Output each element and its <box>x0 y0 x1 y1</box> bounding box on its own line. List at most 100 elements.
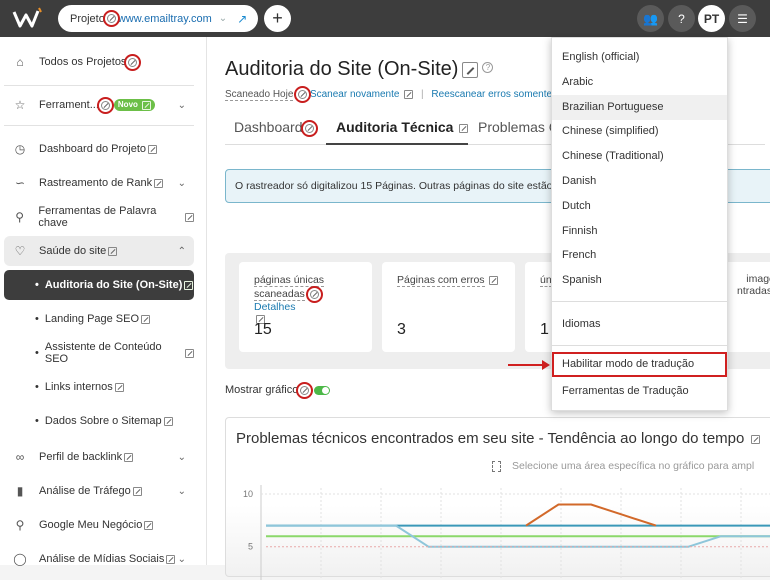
stat-label: páginas únicas <box>254 274 325 287</box>
language-option[interactable]: Chinese (Traditional) <box>552 144 727 169</box>
annotation-arrow <box>508 360 550 370</box>
bullet: • <box>35 415 39 427</box>
edit-icon[interactable] <box>750 434 760 444</box>
language-option[interactable]: Danish <box>552 169 727 194</box>
tab-technical-audit[interactable]: Auditoria Técnica <box>336 119 469 135</box>
star-icon: ☆ <box>14 98 26 112</box>
edit-icon[interactable] <box>300 119 318 137</box>
sidebar: ⌂ Todos os Projetos ☆ Ferrament... Novo … <box>0 37 207 566</box>
bullet: • <box>35 313 39 325</box>
sidebar-item-sitemap-data[interactable]: • Dados Sobre o Sitemap <box>4 406 194 436</box>
sidebar-item-traffic-analysis[interactable]: ▮ Análise de Tráfego ⌄ <box>4 476 194 506</box>
edit-icon[interactable] <box>144 520 154 530</box>
language-option[interactable]: Arabic <box>552 70 727 95</box>
languages-item[interactable]: Idiomas <box>552 312 727 337</box>
sidebar-item-backlink-profile[interactable]: ∞ Perfil de backlink ⌄ <box>4 442 194 472</box>
sidebar-item-site-health[interactable]: ♡ Saúde do site ⌃ <box>4 236 194 266</box>
chevron-down-icon[interactable]: ⌄ <box>178 486 186 497</box>
language-option[interactable]: Spanish <box>552 268 727 293</box>
sidebar-item-label: Auditoria do Site (On-Site) <box>44 279 183 291</box>
language-option[interactable]: English (official) <box>552 45 727 70</box>
language-option[interactable]: Chinese (simplified) <box>552 119 727 144</box>
tab-problems[interactable]: Problemas C <box>478 119 559 135</box>
sidebar-item-all-projects[interactable]: ⌂ Todos os Projetos <box>4 47 194 77</box>
bullet: • <box>35 381 39 393</box>
sidebar-item-google-business[interactable]: ⚲ Google Meu Negócio <box>4 510 194 540</box>
edit-icon[interactable] <box>124 53 142 71</box>
chevron-down-icon[interactable]: ⌄ <box>178 554 186 565</box>
edit-icon[interactable] <box>124 452 134 462</box>
edit-icon[interactable] <box>404 89 414 99</box>
edit-icon[interactable] <box>459 123 469 133</box>
edit-icon[interactable] <box>489 275 499 285</box>
edit-icon[interactable] <box>142 100 152 110</box>
language-button[interactable]: PT <box>698 5 725 32</box>
logo[interactable] <box>10 6 44 30</box>
selection-icon <box>492 460 501 472</box>
sidebar-item-internal-links[interactable]: • Links internos <box>4 372 194 402</box>
line-chart-icon: ∽ <box>14 176 26 190</box>
sidebar-item-project-dashboard[interactable]: ◷ Dashboard do Projeto <box>4 134 194 164</box>
tab-label: Dashboard <box>234 119 303 135</box>
edit-icon[interactable] <box>148 144 158 154</box>
edit-icon[interactable] <box>294 85 312 103</box>
chart-hint-text: Selecione uma área específica no gráfico… <box>512 460 755 472</box>
edit-icon[interactable] <box>462 61 479 78</box>
sidebar-item-rank-tracking[interactable]: ∽ Rastreamento de Rank ⌄ <box>4 168 194 198</box>
language-option[interactable]: Brazilian Portuguese <box>552 94 727 120</box>
chevron-down-icon[interactable]: ⌄ <box>219 13 227 24</box>
edit-icon[interactable] <box>154 178 164 188</box>
edit-icon[interactable] <box>141 314 151 324</box>
page-title: Auditoria do Site (On-Site)? <box>225 58 494 81</box>
chevron-up-icon[interactable]: ⌃ <box>178 246 186 257</box>
details-link[interactable]: Detalhes <box>254 301 295 313</box>
edit-icon[interactable] <box>96 96 114 114</box>
edit-icon[interactable] <box>163 416 173 426</box>
sidebar-item-social-media-analysis[interactable]: ◯ Análise de Mídias Sociais ⌄ <box>4 544 194 574</box>
edit-icon[interactable] <box>114 382 124 392</box>
chevron-down-icon[interactable]: ⌄ <box>178 452 186 463</box>
rescan-errors-link[interactable]: Reescanear erros somente <box>431 89 552 100</box>
chevron-down-icon[interactable]: ⌄ <box>178 178 186 189</box>
sidebar-item-site-audit[interactable]: • Auditoria do Site (On-Site) <box>4 270 194 300</box>
language-option[interactable]: Finnish <box>552 219 727 244</box>
tab-dashboard[interactable]: Dashboard <box>234 119 318 137</box>
rescan-link[interactable]: Scanear novamente <box>310 89 400 100</box>
edit-icon[interactable] <box>102 10 120 27</box>
users-icon[interactable]: 👥 <box>637 5 664 32</box>
sidebar-item-tools[interactable]: ☆ Ferrament... Novo ⌄ <box>4 90 194 120</box>
sidebar-item-label: Rastreamento de Rank <box>39 177 153 189</box>
show-chart-toggle[interactable] <box>314 385 331 395</box>
chevron-down-icon[interactable]: ⌄ <box>178 100 186 111</box>
enable-translation-mode[interactable]: Habilitar modo de tradução <box>552 352 727 377</box>
help-icon[interactable]: ? <box>482 62 494 73</box>
project-selector[interactable]: Projeto www.emailtray.com ⌄ ↗ <box>58 5 258 32</box>
menu-icon[interactable]: ☰ <box>729 5 756 32</box>
heart-icon: ♡ <box>14 244 26 258</box>
sidebar-item-keyword-tools[interactable]: ⚲ Ferramentas de Palavra chave <box>4 202 194 232</box>
language-option[interactable]: Dutch <box>552 194 727 219</box>
language-option[interactable]: French <box>552 243 727 268</box>
edit-icon[interactable] <box>185 212 194 222</box>
edit-icon[interactable] <box>166 554 176 564</box>
chat-bubble-icon: ◯ <box>13 552 27 566</box>
edit-icon[interactable] <box>296 381 314 399</box>
external-link-icon[interactable]: ↗ <box>237 12 247 26</box>
edit-icon[interactable] <box>132 486 142 496</box>
edit-icon[interactable] <box>185 348 194 358</box>
page-title-text: Auditoria do Site (On-Site) <box>225 58 459 80</box>
stat-value: 3 <box>397 321 406 338</box>
y-tick-label: 5 <box>248 542 253 552</box>
chart-title: Problemas técnicos encontrados em seu si… <box>236 430 760 447</box>
sidebar-item-seo-content-assistant[interactable]: • Assistente de Conteúdo SEO <box>4 338 194 368</box>
sidebar-item-label: Google Meu Negócio <box>39 519 143 531</box>
edit-icon[interactable] <box>108 246 118 256</box>
help-icon[interactable]: ? <box>668 5 695 32</box>
project-url[interactable]: www.emailtray.com <box>118 13 212 25</box>
add-project-button[interactable]: + <box>264 5 291 32</box>
translation-tools[interactable]: Ferramentas de Tradução <box>552 379 727 404</box>
trend-chart[interactable]: 10 5 <box>226 480 770 580</box>
sidebar-item-landing-page-seo[interactable]: • Landing Page SEO <box>4 304 194 334</box>
edit-icon[interactable] <box>305 285 323 303</box>
edit-icon[interactable] <box>184 280 194 290</box>
